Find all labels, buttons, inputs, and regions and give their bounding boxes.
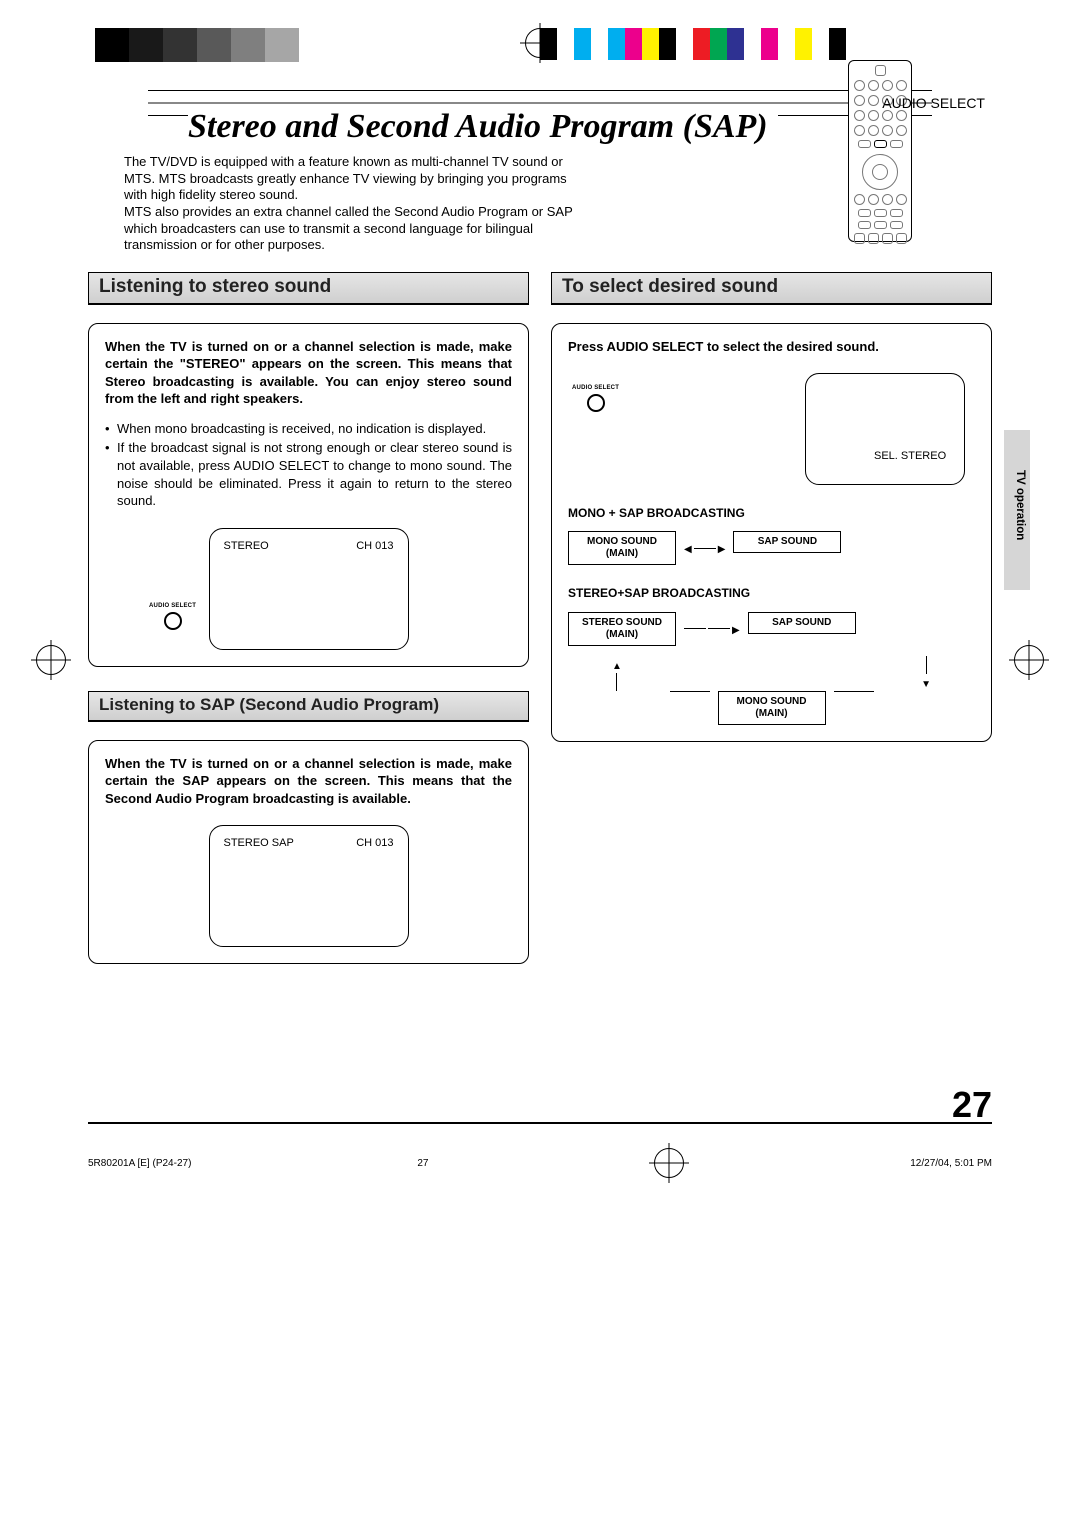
- footer-center: 27: [417, 1158, 428, 1169]
- print-marks-top: [0, 0, 1080, 90]
- flow-down-arrow-icon: [921, 656, 931, 692]
- tv-stereo-left: STEREO: [224, 539, 269, 639]
- registration-mark-right-icon: [1014, 645, 1044, 675]
- heading-sap: Listening to SAP (Second Audio Program): [88, 691, 529, 722]
- intro-p1: The TV/DVD is equipped with a feature kn…: [124, 154, 584, 204]
- flow-mono-main-2: MONO SOUND (MAIN): [718, 691, 826, 725]
- footer-left: 5R80201A [E] (P24-27): [88, 1158, 191, 1169]
- sap-step-frame: When the TV is turned on or a channel se…: [88, 740, 529, 965]
- flow-up-arrow-icon: [612, 656, 622, 692]
- mono-sap-heading: MONO + SAP BROADCASTING: [568, 505, 975, 521]
- flow-sap-sound-2: SAP SOUND: [748, 612, 856, 634]
- tv-stereo-right: CH 013: [356, 539, 393, 639]
- footer: 5R80201A [E] (P24-27) 27 12/27/04, 5:01 …: [88, 1148, 992, 1218]
- flow-arrow-right-icon: [684, 612, 740, 638]
- heading-stereo: Listening to stereo sound: [88, 272, 529, 305]
- heading-select: To select desired sound: [551, 272, 992, 305]
- tv-screen-stereo: STEREO CH 013: [209, 528, 409, 650]
- tv-sap-left: STEREO SAP: [224, 836, 294, 936]
- tv-sap-right: CH 013: [356, 836, 393, 936]
- tv-screen-sap: STEREO SAP CH 013: [209, 825, 409, 947]
- stereo-sap-heading: STEREO+SAP BROADCASTING: [568, 585, 975, 601]
- stereo-sap-flow-bottom: MONO SOUND (MAIN): [568, 691, 975, 725]
- flow-mono-main: MONO SOUND (MAIN): [568, 531, 676, 565]
- audio-select-icon-2: AUDIO SELECT: [572, 384, 619, 412]
- sap-bold-text: When the TV is turned on or a channel se…: [105, 755, 512, 808]
- color-bars: [540, 28, 846, 61]
- remote-callout-label: AUDIO SELECT: [882, 95, 985, 111]
- stereo-bullet-2: If the broadcast signal is not strong en…: [105, 439, 512, 509]
- stereo-bullet-1: When mono broadcasting is received, no i…: [105, 420, 512, 438]
- section-tab-label: TV operation: [1014, 470, 1026, 540]
- stereo-sap-flow-top: STEREO SOUND (MAIN) SAP SOUND: [568, 612, 975, 646]
- select-instruction: Press AUDIO SELECT to select the desired…: [568, 338, 975, 356]
- flow-stereo-main: STEREO SOUND (MAIN): [568, 612, 676, 646]
- mono-sap-flow: MONO SOUND (MAIN) SAP SOUND: [568, 531, 975, 565]
- audio-select-icon-2-label: AUDIO SELECT: [572, 384, 619, 392]
- left-column: Listening to stereo sound When the TV is…: [88, 272, 529, 965]
- stereo-bold-text: When the TV is turned on or a channel se…: [105, 338, 512, 408]
- page-number: 27: [88, 1084, 992, 1126]
- intro-paragraphs: The TV/DVD is equipped with a feature kn…: [124, 154, 584, 254]
- audio-select-icon: AUDIO SELECT: [149, 602, 196, 630]
- page-number-rule: [88, 1122, 992, 1124]
- sel-stereo-label: SEL. STEREO: [874, 449, 946, 464]
- flow-arrows-icon: [684, 531, 725, 557]
- page-content: Stereo and Second Audio Program (SAP) AU…: [88, 90, 992, 1124]
- remote-illustration: AUDIO SELECT: [848, 60, 912, 242]
- density-bars: [95, 28, 299, 62]
- flow-sap-sound: SAP SOUND: [733, 531, 841, 553]
- audio-select-icon-label: AUDIO SELECT: [149, 602, 196, 610]
- registration-mark-left-icon: [36, 645, 66, 675]
- intro-p2: MTS also provides an extra channel calle…: [124, 204, 584, 254]
- footer-right: 12/27/04, 5:01 PM: [910, 1158, 992, 1169]
- registration-mark-bottom-icon: [654, 1148, 684, 1178]
- right-column: To select desired sound Press AUDIO SELE…: [551, 272, 992, 742]
- tv-screen-select: SEL. STEREO: [805, 373, 965, 485]
- page-title: Stereo and Second Audio Program (SAP): [188, 108, 778, 146]
- dpad-icon: [862, 154, 898, 190]
- select-step-frame: Press AUDIO SELECT to select the desired…: [551, 323, 992, 742]
- stereo-step-frame: When the TV is turned on or a channel se…: [88, 323, 529, 667]
